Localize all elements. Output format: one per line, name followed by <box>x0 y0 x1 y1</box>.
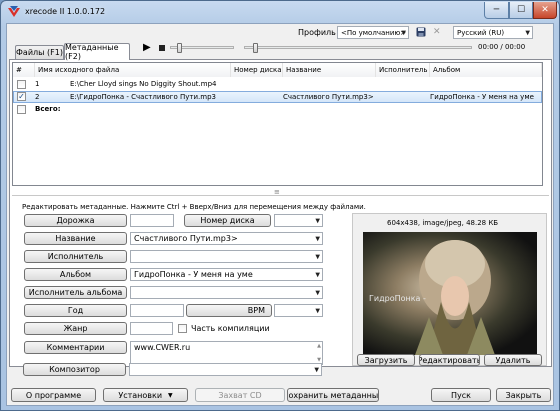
column-header-number[interactable]: # <box>13 63 35 77</box>
chevron-down-icon: ▼ <box>525 29 530 36</box>
save-profile-icon[interactable] <box>416 27 426 37</box>
row-number: 1 <box>35 80 40 88</box>
settings-button[interactable]: Установки ▼ <box>103 388 188 402</box>
chevron-down-icon: ▼ <box>315 253 320 260</box>
artist-button[interactable]: Исполнитель <box>24 250 127 263</box>
composer-field[interactable]: ▼ <box>129 363 322 376</box>
tab-metadata[interactable]: Метаданные (F2) <box>64 43 130 61</box>
chevron-down-icon: ▼ <box>315 217 320 224</box>
tab-files[interactable]: Файлы (F1) <box>15 45 64 59</box>
artwork-panel: 604x438, image/jpeg, 48.28 КБ ГидроПонка… <box>352 213 547 366</box>
load-artwork-button[interactable]: Загрузить <box>357 354 415 366</box>
artwork-info: 604x438, image/jpeg, 48.28 КБ <box>387 219 499 227</box>
comment-button[interactable]: Комментарии <box>24 341 127 354</box>
track-button[interactable]: Дорожка <box>24 214 127 227</box>
compilation-checkbox[interactable] <box>178 324 187 333</box>
chevron-down-icon: ▼ <box>314 366 319 373</box>
delete-artwork-button[interactable]: Удалить <box>484 354 542 366</box>
volume-slider-thumb[interactable] <box>177 43 182 53</box>
album-artist-field[interactable]: ▼ <box>130 286 323 299</box>
row-number: 2 <box>35 93 40 101</box>
photo-caption: ГидроПонка - <box>369 294 426 303</box>
grab-cd-button[interactable]: Захват CD <box>195 388 285 402</box>
chevron-down-icon: ▼ <box>315 271 320 278</box>
column-header-title[interactable]: Название <box>283 63 376 77</box>
metadata-tab-panel: # Имя исходного файла Номер диска Назван… <box>9 59 552 367</box>
file-list[interactable]: # Имя исходного файла Номер диска Назван… <box>12 62 543 186</box>
genre-button[interactable]: Жанр <box>24 322 127 335</box>
start-button[interactable]: Пуск <box>431 388 491 402</box>
splitter[interactable] <box>12 195 549 196</box>
column-header-disc[interactable]: Номер диска <box>231 63 283 77</box>
app-window: xrecode II 1.0.0.172 ─ ☐ ✕ Профиль <По у… <box>0 0 560 411</box>
table-row[interactable]: 1 E:\Cher Lloyd sings No Diggity Shout.m… <box>13 79 542 91</box>
about-button[interactable]: О программе <box>11 388 96 402</box>
album-button[interactable]: Альбом <box>24 268 127 281</box>
album-artist-button[interactable]: Исполнитель альбома <box>24 286 127 299</box>
editor-hint: Редактировать метаданные. Нажмите Ctrl +… <box>22 203 366 211</box>
disc-number-field[interactable]: ▼ <box>274 214 323 227</box>
total-label: Всего: <box>35 105 61 113</box>
chevron-down-icon: ▼ <box>315 307 320 314</box>
close-window-button[interactable]: ✕ <box>533 2 557 19</box>
track-field[interactable] <box>130 214 174 227</box>
window-title: xrecode II 1.0.0.172 <box>25 7 106 16</box>
bpm-button[interactable]: BPM <box>186 304 272 317</box>
delete-profile-icon[interactable]: ✕ <box>433 27 441 37</box>
app-logo-icon <box>8 6 20 17</box>
row-filename: E:\Cher Lloyd sings No Diggity Shout.mp4 <box>70 80 217 88</box>
comment-field[interactable]: www.CWER.ru ▲ ▼ <box>130 341 323 365</box>
row-checkbox[interactable] <box>17 80 26 89</box>
column-header-album[interactable]: Альбом <box>430 63 542 77</box>
profile-label: Профиль <box>298 28 336 37</box>
year-field[interactable] <box>130 304 184 317</box>
client-area: Профиль <По умолчанию> ▼ ✕ Русский (RU) ▼ … <box>6 23 554 406</box>
play-icon[interactable]: ▶ <box>143 42 151 53</box>
disc-number-button[interactable]: Номер диска <box>184 214 271 227</box>
total-row: Всего: <box>13 104 542 116</box>
cover-art-image: ГидроПонка - <box>363 232 537 355</box>
album-field[interactable]: ГидроПонка - У меня на уме ▼ <box>130 268 323 281</box>
title-bar[interactable]: xrecode II 1.0.0.172 ─ ☐ ✕ <box>1 1 559 23</box>
minimize-button[interactable]: ─ <box>484 2 509 19</box>
chevron-down-icon: ▼ <box>315 289 320 296</box>
year-button[interactable]: Год <box>24 304 127 317</box>
compilation-label: Часть компиляции <box>191 324 270 333</box>
save-metadata-button[interactable]: Сохранить метаданные <box>287 388 379 402</box>
seek-slider-thumb[interactable] <box>253 43 258 53</box>
select-all-checkbox[interactable] <box>17 105 26 114</box>
row-filename: E:\ГидроПонка - Счастливого Пути.mp3 <box>70 93 216 101</box>
scroll-up-icon[interactable]: ▲ <box>317 343 321 349</box>
chevron-down-icon: ▼ <box>401 29 406 36</box>
row-checkbox[interactable]: ✓ <box>17 92 26 101</box>
maximize-button[interactable]: ☐ <box>509 2 533 19</box>
language-select[interactable]: Русский (RU) ▼ <box>453 26 533 39</box>
seek-slider[interactable] <box>244 46 472 49</box>
bpm-field[interactable]: ▼ <box>274 304 323 317</box>
chevron-down-icon: ▼ <box>315 235 320 242</box>
row-title: Счастливого Пути.mp3> <box>283 93 374 101</box>
title-button[interactable]: Название <box>24 232 127 245</box>
table-row[interactable]: ✓ 2 E:\ГидроПонка - Счастливого Пути.mp3… <box>13 91 542 103</box>
artist-field[interactable]: ▼ <box>130 250 323 263</box>
time-display: 00:00 / 00:00 <box>478 43 526 51</box>
stop-icon[interactable] <box>159 45 165 51</box>
profile-select[interactable]: <По умолчанию> ▼ <box>337 26 409 39</box>
column-header-artist[interactable]: Исполнитель <box>376 63 430 77</box>
composer-button[interactable]: Композитор <box>23 363 126 376</box>
row-album: ГидроПонка - У меня на уме <box>430 93 534 101</box>
chevron-down-icon: ▼ <box>168 391 173 399</box>
title-field[interactable]: Счастливого Пути.mp3> ▼ <box>130 232 323 245</box>
close-button[interactable]: Закрыть <box>496 388 551 402</box>
column-header-filename[interactable]: Имя исходного файла <box>35 63 231 77</box>
genre-field[interactable] <box>130 322 173 335</box>
edit-artwork-button[interactable]: Редактировать <box>419 354 480 366</box>
